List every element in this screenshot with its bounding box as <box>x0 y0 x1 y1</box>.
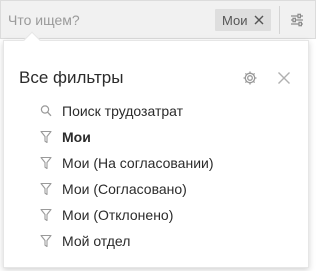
filter-settings-icon[interactable] <box>284 7 310 33</box>
filter-icon <box>40 156 52 170</box>
active-filter-chip[interactable]: Мои <box>215 9 271 31</box>
gear-icon[interactable] <box>242 70 258 86</box>
list-item-mine[interactable]: Мои <box>40 124 214 150</box>
list-item-label: Мои <box>62 129 91 145</box>
chip-close-icon[interactable] <box>252 13 266 27</box>
panel-title: Все фильтры <box>19 68 124 87</box>
filter-icon <box>40 182 52 196</box>
list-item-mine-pending[interactable]: Мои (На согласовании) <box>40 150 214 176</box>
list-item-label: Мои (На согласовании) <box>62 155 214 171</box>
search-bar: Мои <box>0 0 316 39</box>
list-item-my-department[interactable]: Мой отдел <box>40 228 214 254</box>
list-item-mine-rejected[interactable]: Мои (Отклонено) <box>40 202 214 228</box>
list-item-label: Мои (Согласовано) <box>62 181 187 197</box>
close-icon[interactable] <box>276 70 292 86</box>
active-filter-chip-label: Мои <box>222 12 248 28</box>
filters-dropdown: Все фильтры Поиск трудозатрат Мои Мои (Н… <box>3 31 309 268</box>
list-item-label: Мой отдел <box>62 233 131 249</box>
filter-icon <box>40 130 52 144</box>
filter-list: Поиск трудозатрат Мои Мои (На согласован… <box>40 98 214 254</box>
filter-icon <box>40 208 52 222</box>
search-input[interactable] <box>8 11 198 29</box>
list-item-mine-approved[interactable]: Мои (Согласовано) <box>40 176 214 202</box>
list-item-search-timesheets[interactable]: Поиск трудозатрат <box>40 98 214 124</box>
toolbar-divider <box>279 6 280 34</box>
filter-icon <box>40 234 52 248</box>
list-item-label: Мои (Отклонено) <box>62 207 174 223</box>
search-icon <box>40 105 52 117</box>
list-item-label: Поиск трудозатрат <box>62 103 184 119</box>
